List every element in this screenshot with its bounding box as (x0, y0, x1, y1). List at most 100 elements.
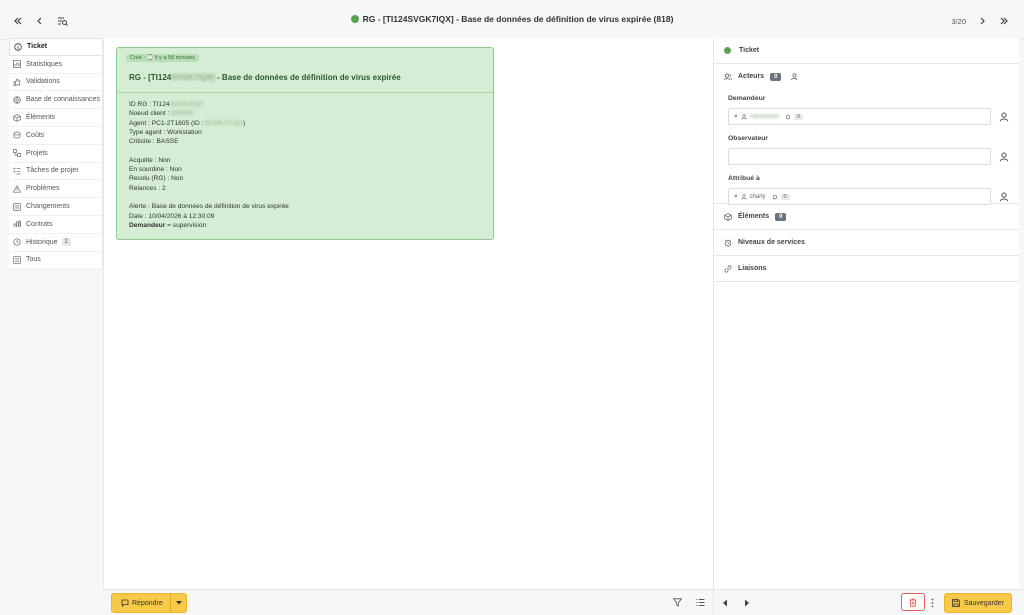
tab-label: Tous (26, 256, 41, 264)
section-liaisons[interactable]: Liaisons (714, 256, 1019, 282)
attribue-row: × charly 0 (714, 188, 1019, 205)
user-icon (740, 113, 747, 120)
save-label: Sauvegarder (963, 599, 1005, 607)
tab-changements[interactable]: Changements (9, 198, 102, 216)
tab-label: Validations (26, 78, 60, 86)
chevron-right-icon[interactable] (976, 15, 988, 27)
card-title-suffix: - Base de données de définition de virus… (214, 73, 401, 82)
user-select-icon[interactable] (999, 111, 1009, 122)
tab-tous[interactable]: Tous (9, 252, 102, 270)
created-badge: Créé : ⌚ Il y a 58 minutes (126, 54, 199, 62)
kebab-menu-icon[interactable] (931, 598, 934, 608)
remove-chip-icon[interactable]: × (734, 194, 738, 200)
id-rg-label: ID RG : TI124 (129, 101, 170, 108)
agent-label: Agent : PC1-2T1605 (ID : (129, 119, 206, 127)
section-ticket-header[interactable]: Ticket (714, 38, 1019, 63)
demandeur-notif-count: 0 (794, 113, 804, 120)
delete-button[interactable] (901, 593, 925, 611)
tab-projets[interactable]: Projets (9, 145, 102, 163)
coin-icon (13, 132, 21, 139)
line-type-agent: Type agent : Workstation (129, 128, 202, 136)
list-view-icon[interactable] (696, 598, 705, 607)
tab-label: Coûts (26, 131, 45, 139)
line-criticite: Criticite : BASSE (129, 138, 179, 146)
section-elements-header[interactable]: Éléments 0 (714, 204, 1019, 229)
status-dot-icon (350, 15, 359, 23)
user-add-icon[interactable] (791, 73, 799, 81)
card-title-prefix: RG - [TI124 (129, 73, 172, 82)
tab-ticket[interactable]: Ticket (9, 38, 102, 56)
bell-icon[interactable] (772, 194, 778, 200)
reply-dropdown-toggle[interactable] (170, 594, 186, 612)
caret-left-icon[interactable] (722, 599, 729, 607)
double-chevron-right-icon[interactable] (998, 15, 1010, 27)
speech-bubble-icon (121, 599, 129, 607)
user-select-icon[interactable] (999, 151, 1009, 162)
line-date: Date : 10/04/2026 à 12:30:09 (129, 212, 215, 220)
pager-text: 3/20 (951, 16, 966, 26)
tab-base-de-connaissances[interactable]: Base de connaissances (9, 91, 102, 110)
link-icon (724, 264, 732, 273)
section-elements[interactable]: Éléments 0 (714, 204, 1019, 230)
section-acteurs-header[interactable]: Acteurs 0 (714, 64, 1019, 89)
thumb-up-icon (13, 78, 21, 86)
timeline-area: Créé : ⌚ Il y a 58 minutes RG - [TI124SV… (103, 38, 713, 589)
observateur-field[interactable] (728, 148, 991, 165)
globe-icon (13, 96, 21, 104)
card-title-redacted: SVGK7IQX] (171, 73, 215, 82)
section-niveaux-de-services[interactable]: Niveaux de services (714, 230, 1019, 256)
demandeur-label: Demandeur (728, 95, 766, 102)
acteurs-count-badge: 0 (770, 72, 782, 81)
reply-button[interactable]: Répondre (111, 593, 187, 613)
caret-down-icon (175, 601, 182, 605)
filter-icon[interactable] (673, 598, 682, 607)
section-niveaux-header[interactable]: Niveaux de services (714, 230, 1019, 255)
tab-statistiques[interactable]: Statistiques (9, 56, 102, 74)
elements-count-badge: 0 (775, 212, 787, 221)
section-ticket-label: Ticket (739, 47, 760, 54)
tab-label: Problèmes (26, 185, 60, 193)
user-select-icon[interactable] (999, 191, 1009, 202)
bell-icon[interactable] (785, 114, 791, 120)
page-title: RG - [TI124SVGK7IQX] - Base de données d… (0, 14, 1024, 24)
caret-right-icon[interactable] (743, 599, 750, 607)
tab-taches-de-projet[interactable]: Tâches de projet (9, 163, 102, 181)
section-ticket[interactable]: Ticket (714, 38, 1019, 64)
id-rg-redacted: SVGK7IQX (169, 101, 203, 108)
line-relances: Relances : 2 (129, 184, 166, 192)
tab-label: Éléments (26, 114, 56, 122)
info-icon (14, 43, 22, 51)
tab-label: Ticket (27, 43, 48, 51)
tab-elements[interactable]: Éléments (9, 109, 102, 127)
tab-couts[interactable]: Coûts (9, 127, 102, 145)
tab-problemes[interactable]: Problèmes (9, 180, 102, 199)
line-demandeur: Demandeur = supervision (129, 221, 289, 230)
reply-main[interactable]: Répondre (112, 599, 170, 607)
footer-nav (722, 599, 750, 607)
agent-end: ) (242, 119, 246, 127)
node-redacted: 000000 (171, 110, 194, 118)
tab-historique[interactable]: Historique 2 (9, 234, 102, 252)
ticket-tabs-nav: Ticket Statistiques Validations Base de … (9, 38, 103, 270)
reply-label: Répondre (132, 599, 163, 607)
section-acteurs-label: Acteurs (738, 73, 765, 80)
node-label: Noeud client : (129, 110, 172, 118)
line-sourdine: En sourdine : Non (129, 166, 182, 174)
tab-validations[interactable]: Validations (9, 74, 102, 92)
tab-contrats[interactable]: Contrats (9, 216, 102, 234)
card-separator (117, 92, 493, 93)
save-button[interactable]: Sauvegarder (944, 593, 1012, 613)
demandeur-field[interactable]: × Valorolaine 0 (728, 108, 991, 125)
remove-chip-icon[interactable]: × (734, 114, 738, 120)
demandeur-chip-name: Valorolaine (749, 113, 780, 120)
user-icon (740, 193, 747, 200)
created-text: Créé : ⌚ Il y a 58 minutes (130, 55, 195, 61)
observateur-row (714, 148, 1019, 165)
section-niveaux-label: Niveaux de services (738, 239, 805, 246)
line-noeud-client: Noeud client : 000000 (129, 109, 289, 118)
section-liaisons-header[interactable]: Liaisons (714, 256, 1019, 281)
contracts-icon (13, 221, 21, 228)
attribue-field[interactable]: × charly 0 (728, 188, 991, 205)
observateur-label: Observateur (728, 135, 769, 142)
